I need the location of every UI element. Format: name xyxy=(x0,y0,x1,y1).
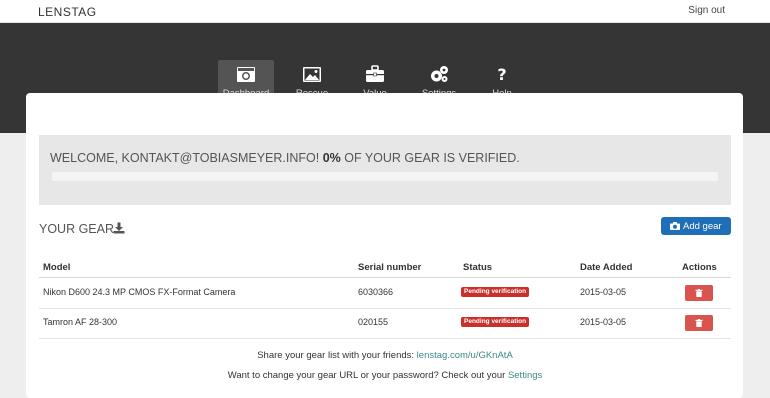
svg-text:?: ? xyxy=(497,65,506,83)
gear-model[interactable]: Tamron AF 28-300 xyxy=(43,317,117,327)
camera-icon xyxy=(237,67,255,82)
gears-icon xyxy=(431,66,448,82)
column-model: Model xyxy=(43,262,71,273)
download-icon[interactable] xyxy=(113,222,125,234)
gear-model[interactable]: Nikon D600 24.3 MP CMOS FX-Format Camera xyxy=(43,287,235,297)
gear-serial: 6030366 xyxy=(358,287,394,297)
column-status: Status xyxy=(463,262,493,273)
settings-link[interactable]: Settings xyxy=(508,370,542,381)
delete-gear-button[interactable] xyxy=(685,315,713,331)
table-row: Tamron AF 28-300 020155 Pending verifica… xyxy=(39,308,731,339)
share-gear-link[interactable]: lenstag.com/u/GKnAtA xyxy=(417,350,513,361)
sign-out-link[interactable]: Sign out xyxy=(688,5,725,16)
top-bar: LENSTAG Sign out xyxy=(0,0,770,23)
verified-percent: 0% xyxy=(322,151,341,165)
add-gear-label: Add gear xyxy=(683,220,722,232)
delete-gear-button[interactable] xyxy=(685,285,713,301)
welcome-message: WELCOME, KONTAKT@TOBIASMEYER.INFO! 0% OF… xyxy=(50,151,520,165)
settings-note: Want to change your gear URL or your pas… xyxy=(0,370,770,381)
table-row: Nikon D600 24.3 MP CMOS FX-Format Camera… xyxy=(39,278,731,309)
gear-serial: 020155 xyxy=(358,317,389,327)
column-actions: Actions xyxy=(682,262,717,273)
trash-icon xyxy=(695,319,703,327)
camera-icon xyxy=(670,222,680,230)
image-icon xyxy=(303,67,321,82)
welcome-prefix: WELCOME, KONTAKT@TOBIASMEYER.INFO! xyxy=(50,151,323,165)
add-gear-button[interactable]: Add gear xyxy=(661,217,731,235)
column-date-added: Date Added xyxy=(580,262,633,273)
status-badge: Pending verification xyxy=(461,287,530,297)
status-badge: Pending verification xyxy=(461,317,530,327)
gear-table-header: Model Serial number Status Date Added Ac… xyxy=(39,257,731,278)
your-gear-title: YOUR GEAR xyxy=(39,222,115,236)
briefcase-icon xyxy=(366,65,384,82)
gear-date-added: 2015-03-05 xyxy=(580,287,627,297)
brand-logo[interactable]: LENSTAG xyxy=(38,5,97,19)
question-icon: ? xyxy=(497,65,506,83)
verification-progress-bar xyxy=(52,172,718,181)
settings-text: Want to change your gear URL or your pas… xyxy=(227,370,508,381)
welcome-panel: WELCOME, KONTAKT@TOBIASMEYER.INFO! 0% OF… xyxy=(39,135,731,205)
welcome-suffix: OF YOUR GEAR IS VERIFIED. xyxy=(340,151,520,165)
trash-icon xyxy=(695,289,703,297)
column-serial-number: Serial number xyxy=(358,262,422,273)
gear-date-added: 2015-03-05 xyxy=(580,317,627,327)
share-gear-note: Share your gear list with your friends: … xyxy=(0,350,770,361)
share-text: Share your gear list with your friends: xyxy=(257,350,417,361)
